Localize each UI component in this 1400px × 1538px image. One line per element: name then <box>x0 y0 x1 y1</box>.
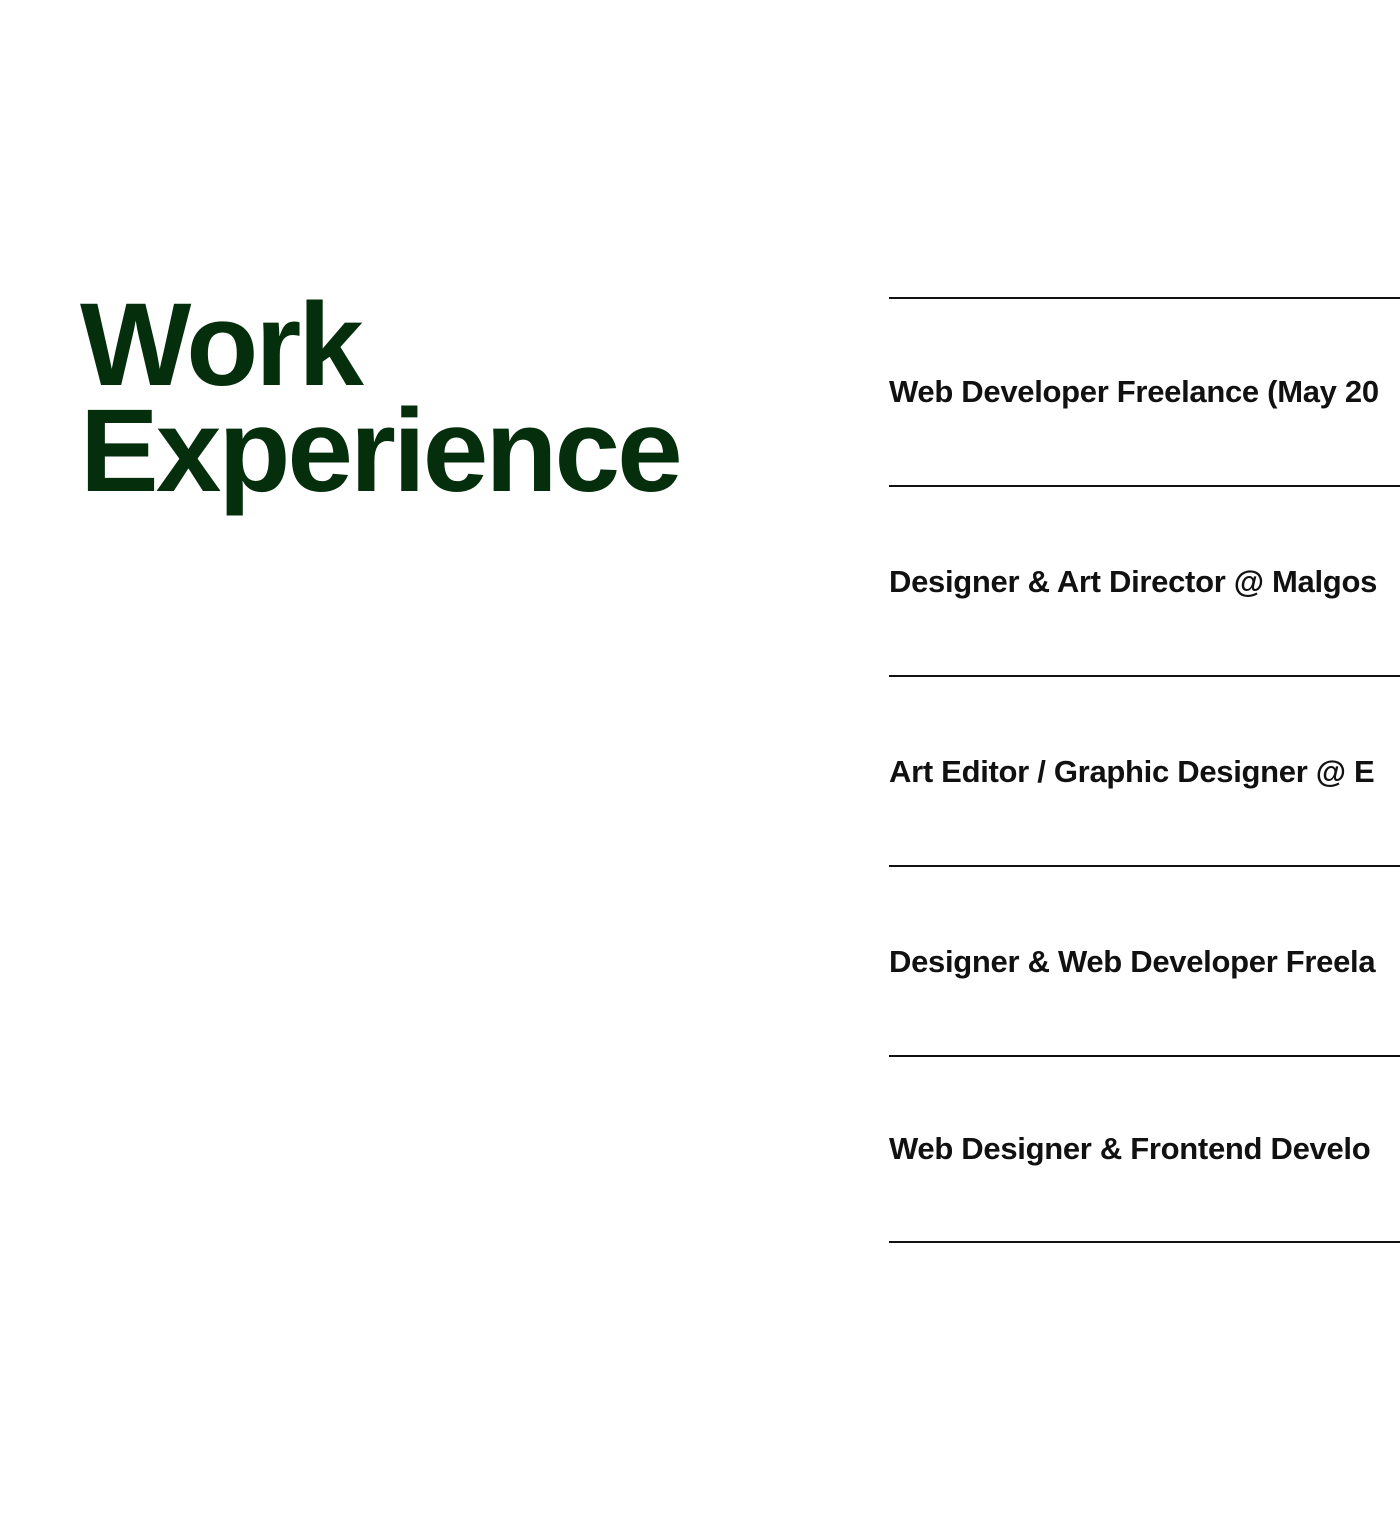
heading-line-experience: Experience <box>80 385 683 517</box>
experience-item-title: Art Editor / Graphic Designer @ E <box>889 754 1375 789</box>
heading-line-work: Work <box>80 279 364 411</box>
experience-item-5[interactable]: Web Designer & Frontend Develo <box>889 1057 1400 1243</box>
experience-item-3[interactable]: Art Editor / Graphic Designer @ E <box>889 677 1400 867</box>
experience-item-title: Web Developer Freelance (May 20 <box>889 374 1379 409</box>
experience-item-title: Designer & Web Developer Freela <box>889 944 1376 979</box>
experience-item-2[interactable]: Designer & Art Director @ Malgos <box>889 487 1400 677</box>
experience-list: Web Developer Freelance (May 20 Designer… <box>889 297 1400 1243</box>
experience-item-4[interactable]: Designer & Web Developer Freela <box>889 867 1400 1057</box>
experience-item-title: Designer & Art Director @ Malgos <box>889 564 1378 599</box>
work-experience-heading: Work Experience <box>80 279 800 517</box>
experience-item-title: Web Designer & Frontend Develo <box>889 1131 1371 1166</box>
experience-item-1[interactable]: Web Developer Freelance (May 20 <box>889 299 1400 487</box>
